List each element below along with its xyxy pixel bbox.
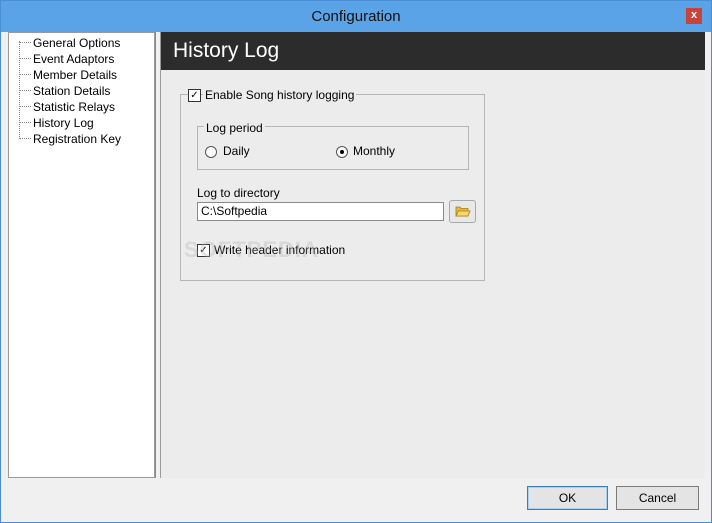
tree-item-label: Member Details (33, 68, 118, 82)
enable-logging-label[interactable]: Enable Song history logging (203, 88, 357, 102)
enable-logging-checkbox[interactable]: ✓ (188, 89, 201, 102)
configuration-window: Configuration x General Options Event Ad… (0, 0, 712, 523)
monthly-radio[interactable] (336, 146, 348, 158)
tree-branch (19, 106, 31, 107)
log-period-label: Log period (204, 121, 265, 135)
tree-item-label: Statistic Relays (33, 100, 116, 114)
tree-branch (19, 122, 31, 123)
tree-item-label: Event Adaptors (33, 52, 115, 66)
cancel-button[interactable]: Cancel (616, 486, 699, 510)
client-area: General Options Event Adaptors Member De… (8, 32, 705, 480)
window-title: Configuration (311, 8, 401, 25)
tree-branch (19, 138, 31, 139)
tree-item-label: General Options (33, 36, 121, 50)
title-bar[interactable]: Configuration x (1, 1, 711, 32)
tree-item-label: Registration Key (33, 132, 122, 146)
folder-open-icon (455, 206, 471, 217)
tree-item-label: History Log (33, 116, 94, 130)
check-icon: ✓ (190, 90, 199, 101)
tree-item-label: Station Details (33, 84, 111, 98)
tree-branch (19, 74, 31, 75)
tree-branch (19, 42, 31, 43)
softpedia-watermark: SOFTPEDIA (184, 237, 319, 262)
close-button[interactable]: x (686, 8, 702, 24)
panel-title: History Log (173, 39, 280, 62)
monthly-label[interactable]: Monthly (353, 144, 395, 158)
log-directory-input[interactable]: C:\Softpedia (197, 202, 444, 221)
options-tree: General Options Event Adaptors Member De… (8, 32, 155, 478)
ok-button[interactable]: OK (527, 486, 608, 510)
panel-header: History Log (161, 32, 705, 70)
dialog-footer: OK Cancel (1, 478, 711, 522)
browse-folder-button[interactable] (449, 200, 476, 223)
tree-branch (19, 90, 31, 91)
daily-radio[interactable] (205, 146, 217, 158)
tree-branch (19, 58, 31, 59)
daily-label[interactable]: Daily (223, 144, 250, 158)
log-directory-label: Log to directory (197, 186, 280, 200)
